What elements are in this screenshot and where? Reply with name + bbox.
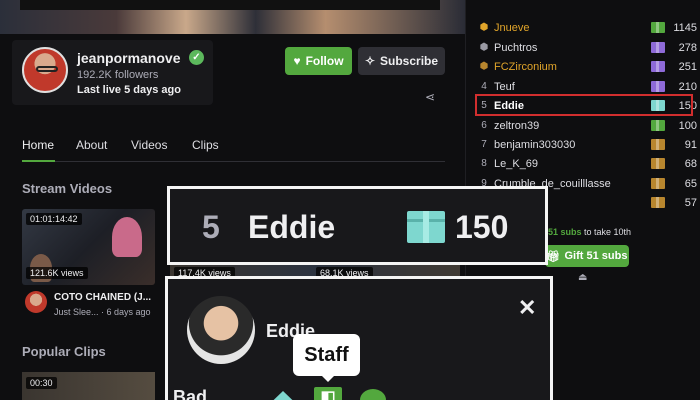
leaderboard-value: 1145 xyxy=(673,21,697,34)
verified-badge-icon[interactable] xyxy=(360,389,386,400)
leaderboard-rank: 6 xyxy=(481,120,487,131)
gift-icon xyxy=(651,120,665,131)
leaderboard-name[interactable]: Le_K_69 xyxy=(491,158,651,170)
leaderboard-row[interactable]: ⬢ FCZirconium 251 xyxy=(477,57,697,76)
gift-prompt: 51 subs to take 10th xyxy=(548,227,631,237)
follow-button-label: Follow xyxy=(305,54,344,68)
subscribe-button-label: Subscribe xyxy=(380,54,439,68)
leaderboard-row[interactable]: 8 Le_K_69 68 xyxy=(477,154,697,173)
leaderboard-name[interactable]: FCZirconium xyxy=(491,61,651,73)
duration-badge: 01:01:14:42 xyxy=(26,213,82,225)
clip-duration-badge: 00:30 xyxy=(26,377,57,389)
gift-icon xyxy=(651,22,665,33)
sparkle-icon: ✧ xyxy=(364,54,376,68)
gift-icon: 🎁︎ xyxy=(546,250,561,263)
heart-icon: ♥ xyxy=(293,54,301,68)
leaderboard-value: 57 xyxy=(684,196,697,209)
gift-icon xyxy=(651,81,665,92)
channel-tabs: Home About Videos Clips xyxy=(22,136,445,162)
leaderboard-rank: 8 xyxy=(481,158,487,169)
gift-prompt-count: 51 subs xyxy=(548,227,582,237)
tooltip-text: Staff xyxy=(304,343,349,366)
thumb-figure xyxy=(112,217,142,257)
video-meta: Just Slee... · 6 days ago xyxy=(54,307,151,317)
share-icon[interactable]: ⋖ xyxy=(425,90,435,104)
leaderboard-row[interactable]: ⬢ Jnueve 1145 xyxy=(477,18,697,37)
gift-icon xyxy=(651,178,665,189)
leaderboard-row[interactable]: 6 zeltron39 100 xyxy=(477,116,697,135)
leaderboard-name[interactable]: Jnueve xyxy=(491,22,651,34)
video-thumbnail[interactable]: 01:01:14:42 121.6K views xyxy=(22,209,155,285)
rank-badge-icon: ⬢ xyxy=(479,22,489,33)
banner-shade xyxy=(20,0,440,10)
channel-name[interactable]: jeanpormanove xyxy=(77,50,180,66)
stream-page: jeanpormanove ✓ 192.2K followers Last li… xyxy=(0,0,700,400)
video-channel-avatar[interactable] xyxy=(25,291,47,313)
leaderboard-row[interactable]: ⬢ Puchtros 278 xyxy=(477,38,697,57)
avatar-glasses xyxy=(36,66,58,72)
active-tab-indicator xyxy=(22,160,55,162)
leaderboard-value: 210 xyxy=(678,80,697,93)
rank-badge-icon: ⬢ xyxy=(479,42,489,53)
video-title[interactable]: COTO CHAINED (J... xyxy=(54,292,151,303)
verified-icon: ✓ xyxy=(189,50,204,65)
channel-profile-card: jeanpormanove ✓ 192.2K followers Last li… xyxy=(12,40,213,105)
collapse-icon[interactable]: ⏏ xyxy=(578,272,587,283)
gifter-badge-icon[interactable] xyxy=(273,391,293,400)
gift-subs-button[interactable]: 🎁︎ Gift 51 subs xyxy=(545,245,629,267)
leaderboard-row[interactable]: 7 benjamin303030 91 xyxy=(477,135,697,154)
rank-badge-icon: ⬢ xyxy=(479,61,489,72)
follower-count: 192.2K followers xyxy=(77,69,159,81)
close-icon[interactable]: ✕ xyxy=(518,295,536,321)
leaderboard-rank: 4 xyxy=(481,81,487,92)
tab-about[interactable]: About xyxy=(76,138,107,152)
stream-videos-heading: Stream Videos xyxy=(22,181,113,196)
zoom-rank: 5 xyxy=(202,209,220,245)
tab-clips[interactable]: Clips xyxy=(192,138,219,152)
badges-label: Bad xyxy=(173,387,208,400)
subscribe-button[interactable]: ✧ Subscribe xyxy=(358,47,445,75)
staff-badge-icon[interactable]: ◧ xyxy=(314,387,342,400)
gift-subs-label: Gift 51 subs xyxy=(564,250,628,262)
gift-icon xyxy=(651,139,665,150)
leaderboard-value: 251 xyxy=(678,60,697,73)
gift-icon xyxy=(651,197,665,208)
gift-icon xyxy=(407,211,445,243)
badge-tooltip: Staff xyxy=(293,334,360,382)
follow-button[interactable]: ♥ Follow xyxy=(285,47,352,75)
leaderboard-name[interactable]: Teuf xyxy=(491,81,651,93)
views-badge: 121.6K views xyxy=(26,267,88,279)
leaderboard-name[interactable]: benjamin303030 xyxy=(491,139,651,151)
user-card-popup: Eddie ✕ Bad ◧ Staff xyxy=(165,276,553,400)
leaderboard-rank: 7 xyxy=(481,139,487,150)
leaderboard-name[interactable]: zeltron39 xyxy=(491,120,651,132)
zoomed-leaderboard-entry: 5 Eddie 150 xyxy=(167,186,548,265)
gift-prompt-text: to take 10th xyxy=(581,227,632,237)
highlighted-row-frame xyxy=(475,94,693,116)
user-avatar xyxy=(187,296,255,364)
gift-icon xyxy=(651,42,665,53)
last-live-status: Last live 5 days ago xyxy=(77,84,181,96)
leaderboard-value: 65 xyxy=(684,177,697,190)
leaderboard-value: 68 xyxy=(684,157,697,170)
zoom-value: 150 xyxy=(455,209,509,245)
gift-icon xyxy=(651,158,665,169)
zoom-name: Eddie xyxy=(248,209,336,245)
leaderboard-value: 278 xyxy=(678,41,697,54)
leaderboard-value: 100 xyxy=(678,119,697,132)
gift-icon xyxy=(651,61,665,72)
clip-thumbnail[interactable]: 00:30 xyxy=(22,372,155,400)
user-badges: Bad ◧ xyxy=(173,387,550,400)
leaderboard-name[interactable]: Puchtros xyxy=(491,42,651,54)
tab-home[interactable]: Home xyxy=(22,138,54,152)
tab-videos[interactable]: Videos xyxy=(131,138,167,152)
popular-clips-heading: Popular Clips xyxy=(22,344,106,359)
channel-avatar[interactable] xyxy=(22,47,68,93)
leaderboard-value: 91 xyxy=(684,138,697,151)
